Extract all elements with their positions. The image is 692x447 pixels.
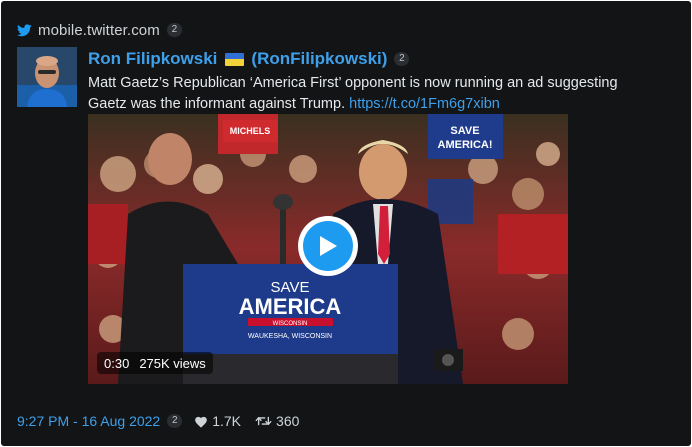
source-count-badge: 2 — [166, 23, 182, 37]
podium-sub: WISCONSIN — [273, 321, 308, 327]
author-name[interactable]: Ron Filipkowski — [88, 49, 217, 69]
source-domain[interactable]: mobile.twitter.com — [38, 22, 160, 39]
retweet-icon — [255, 416, 272, 426]
tweet-card: mobile.twitter.com 2 Ron Filipkowski (Ro… — [1, 1, 691, 446]
svg-text:MICHELS: MICHELS — [230, 126, 271, 136]
author-row: Ron Filipkowski (RonFilipkowski) 2 — [88, 48, 410, 70]
ukraine-flag-icon — [225, 52, 245, 66]
podium-place: WAUKESHA, WISCONSIN — [248, 333, 332, 340]
footer-row: 9:27 PM - 16 Aug 2022 2 1.7K 360 — [17, 412, 299, 430]
tweet-text: Matt Gaetz’s Republican ‘America First’ … — [88, 73, 658, 115]
svg-text:AMERICA!: AMERICA! — [438, 139, 493, 151]
play-icon — [320, 236, 337, 256]
author-count-badge: 2 — [394, 52, 410, 66]
video-meta: 0:30 275K views — [97, 352, 213, 374]
like-stat[interactable]: 1.7K — [194, 413, 241, 429]
video-duration: 0:30 — [104, 355, 130, 371]
timestamp-count-badge: 2 — [167, 414, 183, 428]
retweet-count: 360 — [276, 413, 300, 429]
avatar-image — [17, 47, 77, 107]
heart-icon — [195, 416, 208, 428]
tweet-link[interactable]: https://t.co/1Fm6g7xibn — [349, 96, 500, 112]
like-count: 1.7K — [212, 413, 242, 429]
svg-text:SAVE: SAVE — [450, 125, 479, 137]
tweet-timestamp[interactable]: 9:27 PM - 16 Aug 2022 — [17, 413, 160, 429]
author-handle[interactable]: (RonFilipkowski) — [251, 49, 387, 69]
video-views: 275K views — [139, 355, 206, 371]
avatar[interactable] — [17, 47, 77, 107]
source-row: mobile.twitter.com 2 — [17, 21, 182, 39]
twitter-bird-icon — [17, 23, 32, 36]
retweet-stat[interactable]: 360 — [255, 413, 299, 429]
play-button[interactable] — [298, 216, 358, 276]
video-player[interactable]: SAVE AMERICA! MICHELS SAVE AMERICA WISCO… — [88, 114, 568, 384]
podium-line2: AMERICA — [239, 294, 342, 319]
